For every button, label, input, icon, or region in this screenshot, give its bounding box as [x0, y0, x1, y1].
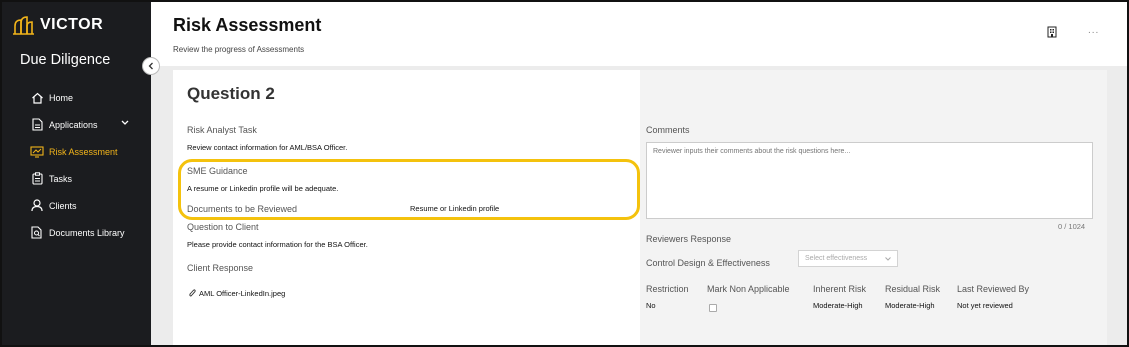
sidebar-item-label: Documents Library — [49, 227, 125, 238]
restriction-label: Restriction — [646, 284, 689, 294]
sidebar-item-home[interactable]: Home — [30, 84, 145, 111]
restriction-value: No — [646, 301, 656, 310]
sidebar-item-label: Tasks — [49, 173, 73, 184]
client-response-label: Client Response — [187, 263, 254, 273]
attachment-filename: AML Officer-LinkedIn.jpeg — [199, 289, 286, 298]
last-reviewed-by-label: Last Reviewed By — [957, 284, 1030, 294]
building-icon[interactable] — [1047, 25, 1057, 43]
question-details: Question 2 Risk Analyst Task Review cont… — [173, 70, 640, 345]
app-window: VICTOR Due Diligence Home Applications R… — [0, 0, 1129, 347]
victor-logo-icon — [13, 16, 34, 35]
comments-textarea[interactable] — [646, 142, 1093, 219]
attachment-link[interactable]: AML Officer-LinkedIn.jpeg — [189, 289, 285, 298]
question-card: Question 2 Risk Analyst Task Review cont… — [173, 70, 1107, 345]
more-options-button[interactable]: ... — [1088, 25, 1099, 36]
page-subtitle: Review the progress of Assessments — [173, 45, 305, 54]
inherent-risk-label: Inherent Risk — [813, 284, 867, 294]
mark-non-applicable-checkbox[interactable] — [709, 304, 717, 312]
user-icon — [30, 199, 44, 213]
risk-analyst-task-label: Risk Analyst Task — [187, 125, 257, 135]
brand-name: VICTOR — [40, 16, 104, 33]
sidebar: VICTOR Due Diligence Home Applications R… — [2, 2, 151, 345]
question-to-client-text: Please provide contact information for t… — [187, 240, 368, 249]
question-to-client-label: Question to Client — [187, 222, 259, 232]
page-title: Risk Assessment — [173, 15, 322, 35]
character-counter: 0 / 1024 — [1058, 222, 1086, 231]
risk-analyst-task-text: Review contact information for AML/BSA O… — [187, 143, 348, 152]
inherent-risk-value: Moderate-High — [813, 301, 863, 310]
sidebar-collapse-button[interactable] — [142, 57, 160, 75]
chevron-down-icon — [885, 256, 891, 261]
sidebar-item-label: Clients — [49, 200, 77, 211]
clipboard-icon — [30, 172, 44, 186]
chevron-left-icon — [148, 62, 153, 70]
home-icon — [30, 91, 44, 105]
monitor-chart-icon — [30, 145, 44, 159]
effectiveness-select[interactable]: Select effectiveness — [798, 250, 898, 267]
sidebar-item-applications[interactable]: Applications — [30, 111, 145, 138]
effectiveness-select-placeholder: Select effectiveness — [805, 255, 868, 262]
sidebar-item-label: Applications — [49, 119, 98, 130]
main-content: Question 2 Risk Analyst Task Review cont… — [151, 66, 1127, 345]
brand-logo: VICTOR — [12, 14, 103, 36]
page-header: Risk Assessment Review the progress of A… — [151, 2, 1127, 66]
paperclip-icon — [189, 289, 196, 297]
highlight-annotation — [178, 159, 640, 220]
sidebar-item-clients[interactable]: Clients — [30, 192, 145, 219]
sidebar-item-risk-assessment[interactable]: Risk Assessment — [30, 138, 145, 165]
document-search-icon — [30, 226, 44, 240]
sidebar-item-tasks[interactable]: Tasks — [30, 165, 145, 192]
sidebar-nav: Home Applications Risk Assessment Tasks … — [30, 84, 145, 246]
residual-risk-value: Moderate-High — [885, 301, 935, 310]
control-design-label: Control Design & Effectiveness — [646, 258, 770, 268]
reviewers-response-label: Reviewers Response — [646, 234, 732, 244]
residual-risk-label: Residual Risk — [885, 284, 941, 294]
mark-non-applicable-label: Mark Non Applicable — [707, 284, 790, 294]
comments-label: Comments — [646, 125, 690, 135]
document-icon — [30, 118, 44, 132]
last-reviewed-by-value: Not yet reviewed — [957, 301, 1013, 310]
chevron-down-icon[interactable] — [121, 120, 129, 126]
sidebar-item-label: Risk Assessment — [49, 146, 118, 157]
question-title: Question 2 — [187, 84, 275, 103]
sidebar-item-documents-library[interactable]: Documents Library — [30, 219, 145, 246]
app-title: Due Diligence — [20, 52, 111, 68]
sidebar-item-label: Home — [49, 92, 74, 103]
